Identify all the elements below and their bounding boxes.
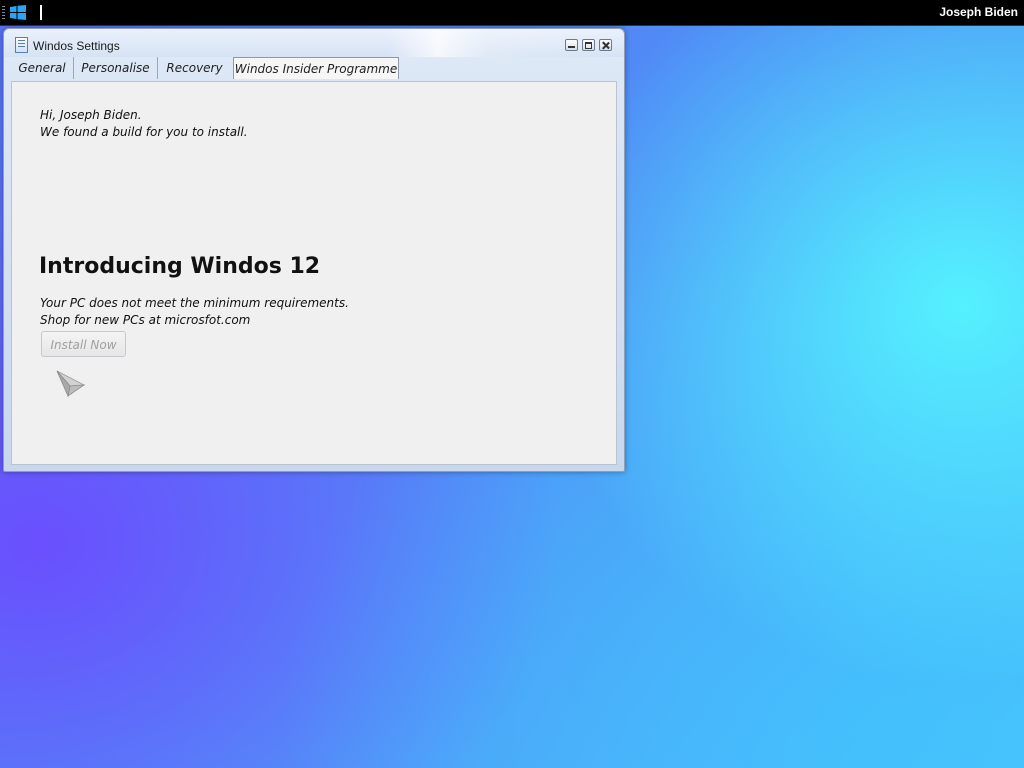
tab-content-panel: Hi, Joseph Biden. We found a build for y… (11, 81, 617, 465)
text-cursor (40, 5, 42, 20)
greeting-text: Hi, Joseph Biden. We found a build for y… (40, 107, 248, 141)
tab-general[interactable]: General (11, 57, 74, 79)
taskbar-grip (2, 6, 5, 19)
settings-window: Windos Settings General Personalise Reco… (3, 28, 625, 472)
tab-windos-insider-programme[interactable]: Windos Insider Programme (233, 57, 399, 79)
greeting-subline: We found a build for you to install. (40, 125, 248, 139)
maximize-icon[interactable] (582, 39, 595, 51)
minimize-icon[interactable] (565, 39, 578, 51)
shop-line: Shop for new PCs at microsfot.com (40, 313, 251, 327)
settings-document-icon (15, 37, 28, 53)
requirements-text: Your PC does not meet the minimum requir… (40, 295, 349, 329)
install-now-button[interactable]: Install Now (41, 331, 126, 357)
window-title: Windos Settings (33, 39, 120, 53)
user-name-label[interactable]: Joseph Biden (939, 5, 1018, 19)
windows-logo-icon[interactable] (10, 5, 26, 20)
close-icon[interactable] (599, 39, 612, 51)
tab-strip: General Personalise Recovery Windos Insi… (11, 57, 617, 81)
page-title: Introducing Windos 12 (39, 254, 321, 279)
greeting-line: Hi, Joseph Biden. (40, 108, 142, 122)
top-taskbar: Joseph Biden (0, 0, 1024, 26)
requirements-line: Your PC does not meet the minimum requir… (40, 296, 349, 310)
tab-recovery[interactable]: Recovery (158, 57, 231, 79)
paper-plane-icon (56, 370, 86, 398)
tab-personalise[interactable]: Personalise (74, 57, 158, 79)
